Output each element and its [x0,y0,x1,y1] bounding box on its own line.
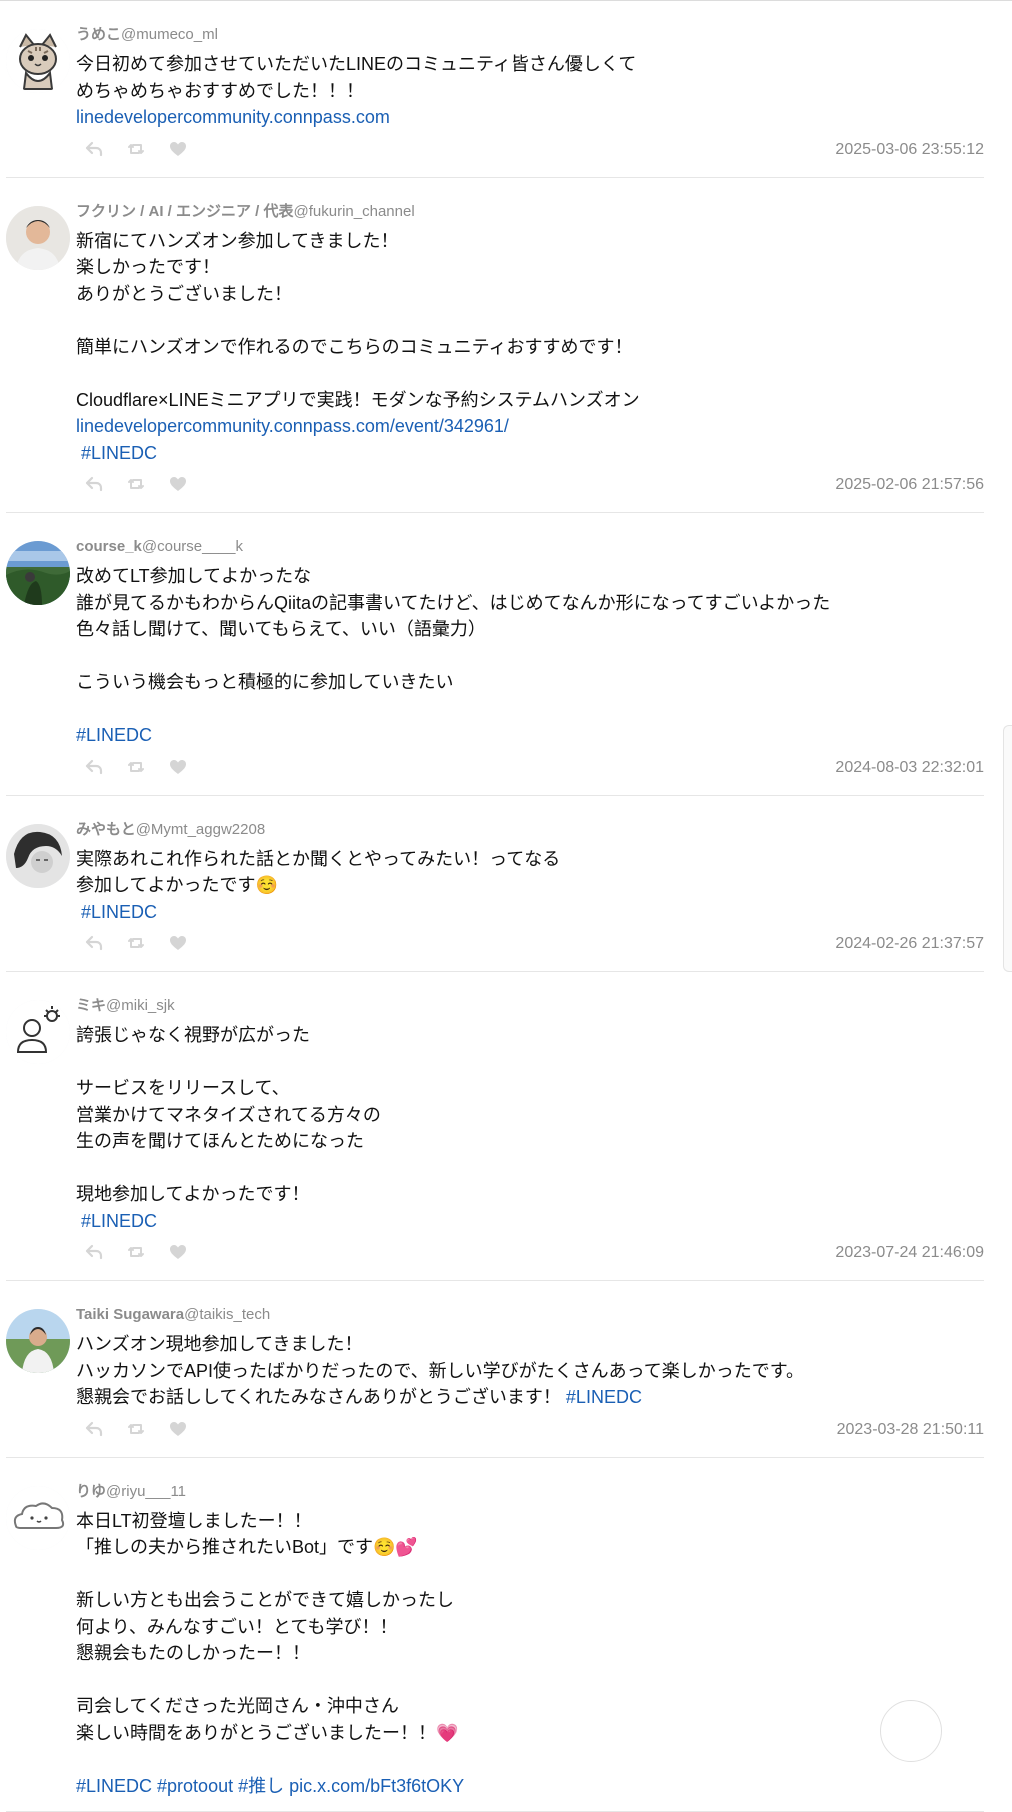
tweet-actions [84,474,188,494]
retweet-icon[interactable] [126,1242,146,1262]
tweet-footer: 2025-03-06 23:55:12 [76,135,984,165]
handle[interactable]: @mumeco_ml [121,26,218,43]
person-idea-avatar-icon[interactable] [6,1000,70,1064]
person-photo-avatar-icon[interactable] [6,206,70,270]
tweet-text-segment: 今日初めて参加させていただいたLINEのコミュニティ皆さん優しくて めちゃめちゃ… [76,54,636,101]
handle[interactable]: @miki_sjk [106,997,175,1014]
tweet-actions [84,1242,188,1262]
tweet-text: 本日LT初登壇しましたー！！ 「推しの夫から推されたいBot」です☺️💕 新しい… [76,1508,984,1800]
hashtag-link[interactable]: #LINEDC #protoout #推し pic.x.com/bFt3f6tO… [76,1776,464,1796]
display-name[interactable]: りゆ [76,1483,106,1500]
tweet-header: みやもと@Mymt_aggw2208 [76,820,984,840]
sketch-avatar-icon[interactable] [6,824,70,888]
tweet-text: 改めてLT参加してよかったな 誰が見てるかもわからんQiitaの記事書いてたけど… [76,563,984,749]
tweet-footer: 2024-08-03 22:32:01 [76,753,984,783]
hashtag-link[interactable]: #LINEDC [81,1211,157,1231]
timestamp[interactable]: 2023-03-28 21:50:11 [837,1421,984,1439]
tweet-header: Taiki Sugawara@taikis_tech [76,1305,984,1325]
reply-icon[interactable] [84,933,104,953]
tweet-text-segment: 新宿にてハンズオン参加してきました！ 楽しかったです！ ありがとうございました！… [76,231,640,410]
like-icon[interactable] [168,474,188,494]
handle[interactable]: @fukurin_channel [294,203,415,220]
tweet-actions [84,933,188,953]
tweet-header: うめこ@mumeco_ml [76,25,984,45]
tweet-footer: 2023-07-24 21:46:09 [76,1238,984,1268]
retweet-icon[interactable] [126,139,146,159]
tweet-actions [84,139,188,159]
tweet-actions [84,757,188,777]
retweet-icon[interactable] [126,1419,146,1439]
timestamp[interactable]: 2024-02-26 21:37:57 [835,935,984,953]
tweet-footer: 2023-03-28 21:50:11 [76,1415,984,1445]
tweet-card: course_k@course____k 改めてLT参加してよかったな 誰が見て… [6,513,984,796]
tweet-footer: 2025-02-06 21:57:56 [76,470,984,500]
retweet-icon[interactable] [126,757,146,777]
tweet-text: 新宿にてハンズオン参加してきました！ 楽しかったです！ ありがとうございました！… [76,228,984,467]
landscape-avatar-icon[interactable] [6,541,70,605]
like-icon[interactable] [168,1419,188,1439]
scroll-top-button[interactable] [880,1700,942,1762]
timestamp[interactable]: 2025-02-06 21:57:56 [835,476,984,494]
tweet-card: フクリン / AI / エンジニア / 代表@fukurin_channel 新… [6,178,984,514]
display-name[interactable]: フクリン / AI / エンジニア / 代表 [76,203,294,220]
tweet-header: course_k@course____k [76,537,984,557]
outdoor-person-avatar-icon[interactable] [6,1309,70,1373]
tweet-feed: うめこ@mumeco_ml 今日初めて参加させていただいたLINEのコミュニティ… [6,1,984,1812]
reply-icon[interactable] [84,757,104,777]
reply-icon[interactable] [84,1419,104,1439]
tweet-text: 今日初めて参加させていただいたLINEのコミュニティ皆さん優しくて めちゃめちゃ… [76,51,984,131]
hashtag-link[interactable]: #LINEDC [81,443,157,463]
url-link[interactable]: linedevelopercommunity.connpass.com/even… [76,416,509,436]
retweet-icon[interactable] [126,933,146,953]
like-icon[interactable] [168,1242,188,1262]
tweet-text: 実際あれこれ作られた話とか聞くとやってみたい！ってなる 参加してよかったです☺️… [76,846,984,926]
hashtag-link[interactable]: #LINEDC [76,725,152,745]
tweet-card: りゆ@riyu___11 本日LT初登壇しましたー！！ 「推しの夫から推されたい… [6,1458,984,1812]
tweet-text-segment: 改めてLT参加してよかったな 誰が見てるかもわからんQiitaの記事書いてたけど… [76,566,830,692]
cat-avatar-icon[interactable] [6,29,70,93]
like-icon[interactable] [168,757,188,777]
tweet-text-segment: ハンズオン現地参加してきました！ ハッカソンでAPI使ったばかりだったので、新し… [76,1334,804,1407]
reply-icon[interactable] [84,1242,104,1262]
timestamp[interactable]: 2023-07-24 21:46:09 [835,1244,984,1262]
tweet-footer: 2024-02-26 21:37:57 [76,929,984,959]
hashtag-link[interactable]: #LINEDC [81,902,157,922]
scrollbar[interactable] [1003,725,1012,972]
cloud-face-avatar-icon[interactable] [6,1486,70,1550]
tweet-card: うめこ@mumeco_ml 今日初めて参加させていただいたLINEのコミュニティ… [6,1,984,178]
tweet-header: ミキ@miki_sjk [76,996,984,1016]
tweet-text-segment: 本日LT初登壇しましたー！！ 「推しの夫から推されたいBot」です☺️💕 新しい… [76,1511,458,1743]
display-name[interactable]: みやもと [76,821,136,838]
tweet-text: ハンズオン現地参加してきました！ ハッカソンでAPI使ったばかりだったので、新し… [76,1331,984,1411]
tweet-text: 誇張じゃなく視野が広がった サービスをリリースして、 営業かけてマネタイズされて… [76,1022,984,1234]
display-name[interactable]: ミキ [76,997,106,1014]
handle[interactable]: @taikis_tech [184,1306,270,1323]
display-name[interactable]: うめこ [76,26,121,43]
tweet-card: みやもと@Mymt_aggw2208 実際あれこれ作られた話とか聞くとやってみた… [6,796,984,973]
tweet-header: フクリン / AI / エンジニア / 代表@fukurin_channel [76,202,984,222]
handle[interactable]: @Mymt_aggw2208 [136,821,265,838]
display-name[interactable]: course_k [76,538,142,555]
handle[interactable]: @riyu___11 [106,1483,186,1500]
tweet-actions [84,1419,188,1439]
timestamp[interactable]: 2024-08-03 22:32:01 [835,759,984,777]
tweet-card: ミキ@miki_sjk 誇張じゃなく視野が広がった サービスをリリースして、 営… [6,972,984,1281]
tweet-card: Taiki Sugawara@taikis_tech ハンズオン現地参加してきま… [6,1281,984,1458]
hashtag-link[interactable]: #LINEDC [566,1387,642,1407]
url-link[interactable]: linedevelopercommunity.connpass.com [76,107,390,127]
tweet-text-segment: 誇張じゃなく視野が広がった サービスをリリースして、 営業かけてマネタイズされて… [76,1025,381,1231]
timestamp[interactable]: 2025-03-06 23:55:12 [835,141,984,159]
reply-icon[interactable] [84,474,104,494]
reply-icon[interactable] [84,139,104,159]
display-name[interactable]: Taiki Sugawara [76,1306,184,1323]
tweet-header: りゆ@riyu___11 [76,1482,984,1502]
handle[interactable]: @course____k [142,538,243,555]
retweet-icon[interactable] [126,474,146,494]
like-icon[interactable] [168,139,188,159]
like-icon[interactable] [168,933,188,953]
